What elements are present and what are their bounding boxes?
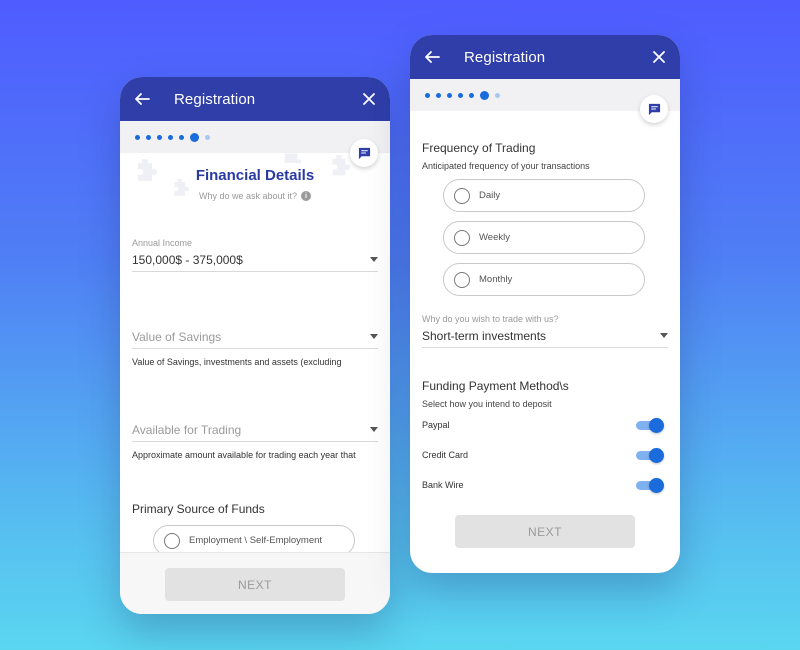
frequency-title: Frequency of Trading [422,141,536,155]
chevron-down-icon [370,257,378,262]
right-phone-screen: Registration Frequency of Trading Antici… [410,35,680,573]
progress-dot [436,92,441,98]
step-progress [120,121,390,153]
why-ask-text: Why do we ask about it? [198,191,298,201]
bank-wire-toggle[interactable] [636,477,664,493]
back-arrow-icon[interactable] [424,49,440,65]
radio-circle-icon [454,271,470,288]
frequency-subtitle: Anticipated frequency of your transactio… [422,161,590,171]
funding-subtitle: Select how you intend to deposit [422,399,552,409]
funding-method-bank-wire: Bank Wire [422,477,664,493]
radio-monthly[interactable]: Monthly [443,263,645,296]
radio-daily[interactable]: Daily [443,179,645,212]
paypal-toggle[interactable] [636,417,664,433]
info-icon: i [301,191,312,201]
progress-dot-current [480,90,489,100]
progress-dot [205,134,210,140]
app-header: Registration [120,77,390,121]
why-ask-link[interactable]: Why do we ask about it? i [120,191,390,201]
why-trade-value: Short-term investments [422,328,547,343]
savings-helper: Value of Savings, investments and assets… [132,357,342,367]
next-button[interactable]: NEXT [165,568,345,601]
page-title: Financial Details [195,167,315,184]
header-title: Registration [464,48,546,66]
why-trade-label: Why do you wish to trade with us? [422,314,559,324]
annual-income-value: 150,000$ - 375,000$ [132,252,243,267]
close-icon[interactable] [362,92,376,106]
funding-method-label: Credit Card [422,450,469,460]
trading-select[interactable]: Available for Trading [132,418,378,442]
annual-income-field[interactable]: Annual Income 150,000$ - 375,000$ [132,238,378,272]
app-header: Registration [410,35,680,79]
trading-helper: Approximate amount available for trading… [132,450,356,460]
progress-dot [146,134,151,140]
radio-circle-icon [454,187,470,204]
radio-weekly[interactable]: Weekly [443,221,645,254]
radio-label: Monthly [479,274,513,285]
radio-circle-icon [164,532,180,549]
chevron-down-icon [370,334,378,339]
close-icon[interactable] [652,50,666,64]
radio-circle-icon [454,229,470,246]
credit-card-toggle[interactable] [636,447,664,463]
progress-dot [469,92,474,98]
chat-button[interactable] [640,95,668,123]
left-phone-screen: Registration Financial Details Why do we… [120,77,390,614]
chat-button[interactable] [350,139,378,167]
decorative-puzzle-icon [284,153,302,164]
progress-dot [179,134,184,140]
annual-income-label: Annual Income [132,238,193,248]
chat-icon [358,147,370,159]
progress-dot [135,134,140,140]
header-title: Registration [174,90,256,108]
progress-dot [157,134,162,140]
chevron-down-icon [660,333,668,338]
trading-placeholder: Available for Trading [132,422,242,437]
next-button[interactable]: NEXT [455,515,635,548]
savings-select[interactable]: Value of Savings [132,325,378,349]
progress-dot [458,92,463,98]
back-arrow-icon[interactable] [134,91,150,107]
radio-label: Daily [479,190,501,201]
why-trade-select[interactable]: Why do you wish to trade with us? Short-… [422,314,668,348]
primary-source-title: Primary Source of Funds [132,502,265,516]
savings-placeholder: Value of Savings [132,329,222,344]
funding-method-label: Paypal [422,420,450,430]
progress-dot [168,134,173,140]
progress-dot [495,92,500,98]
progress-dot [447,92,452,98]
progress-dot [425,92,430,98]
funding-method-paypal: Paypal [422,417,664,433]
radio-label: Employment \ Self-Employment [189,535,323,546]
chat-icon [648,103,660,115]
chevron-down-icon [370,427,378,432]
funding-method-credit-card: Credit Card [422,447,664,463]
funding-method-label: Bank Wire [422,480,464,490]
funding-title: Funding Payment Method\s [422,379,569,393]
radio-label: Weekly [479,232,510,243]
progress-dot-current [190,132,199,142]
